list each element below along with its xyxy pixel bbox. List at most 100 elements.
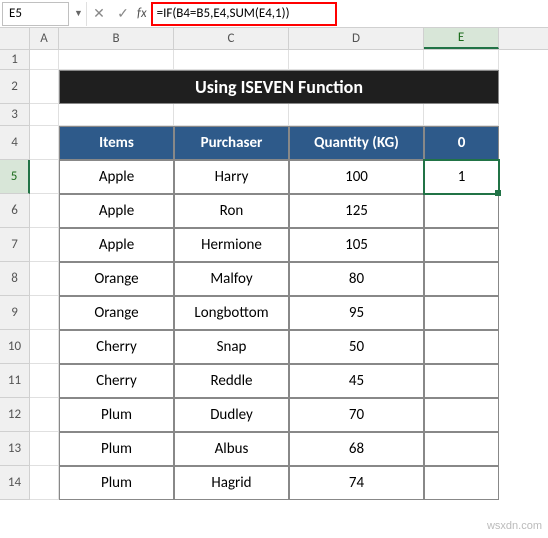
cell-B14[interactable]: Plum — [59, 466, 174, 500]
cell-C1[interactable] — [174, 50, 289, 70]
cell-E3[interactable] — [424, 104, 499, 126]
row-header-8[interactable]: 8 — [0, 262, 30, 296]
cell-E5[interactable]: 1 — [424, 160, 499, 194]
cell-A3[interactable] — [30, 104, 59, 126]
cell-D1[interactable] — [289, 50, 424, 70]
cell-D9[interactable]: 95 — [289, 296, 424, 330]
cell-C9[interactable]: Longbottom — [174, 296, 289, 330]
row-header-2[interactable]: 2 — [0, 70, 30, 104]
row-header-14[interactable]: 14 — [0, 466, 30, 500]
header-purchaser[interactable]: Purchaser — [174, 126, 289, 160]
row-header-4[interactable]: 4 — [0, 126, 30, 160]
watermark: wsxdn.com — [487, 520, 542, 532]
col-header-B[interactable]: B — [59, 28, 174, 49]
cell-E11[interactable] — [424, 364, 499, 398]
cell-A13[interactable] — [30, 432, 59, 466]
cell-D7[interactable]: 105 — [289, 228, 424, 262]
cells-area[interactable]: Using ISEVEN Function Items Purchaser Qu… — [30, 50, 548, 500]
row-header-7[interactable]: 7 — [0, 228, 30, 262]
cell-E9[interactable] — [424, 296, 499, 330]
cell-A2[interactable] — [30, 70, 59, 104]
cell-A7[interactable] — [30, 228, 59, 262]
name-box[interactable]: E5 — [2, 2, 69, 26]
accept-formula-button[interactable]: ✓ — [111, 2, 135, 26]
cell-C11[interactable]: Reddle — [174, 364, 289, 398]
cell-A1[interactable] — [30, 50, 59, 70]
column-headers: A B C D E — [0, 28, 548, 50]
cell-A8[interactable] — [30, 262, 59, 296]
cell-E7[interactable] — [424, 228, 499, 262]
cell-E8[interactable] — [424, 262, 499, 296]
cell-B11[interactable]: Cherry — [59, 364, 174, 398]
cell-A11[interactable] — [30, 364, 59, 398]
col-header-E[interactable]: E — [424, 28, 499, 49]
fx-icon[interactable]: fx — [135, 6, 151, 21]
title-cell[interactable]: Using ISEVEN Function — [59, 70, 499, 104]
cell-E12[interactable] — [424, 398, 499, 432]
col-header-C[interactable]: C — [174, 28, 289, 49]
cell-A6[interactable] — [30, 194, 59, 228]
cell-D6[interactable]: 125 — [289, 194, 424, 228]
row-header-1[interactable]: 1 — [0, 50, 30, 70]
cell-E14[interactable] — [424, 466, 499, 500]
cell-B13[interactable]: Plum — [59, 432, 174, 466]
row-header-10[interactable]: 10 — [0, 330, 30, 364]
row-header-5[interactable]: 5 — [0, 160, 30, 194]
row-header-6[interactable]: 6 — [0, 194, 30, 228]
cell-D13[interactable]: 68 — [289, 432, 424, 466]
cell-B1[interactable] — [59, 50, 174, 70]
cell-D8[interactable]: 80 — [289, 262, 424, 296]
cell-D5[interactable]: 100 — [289, 160, 424, 194]
cell-C10[interactable]: Snap — [174, 330, 289, 364]
col-header-D[interactable]: D — [289, 28, 424, 49]
cell-E6[interactable] — [424, 194, 499, 228]
cell-C13[interactable]: Albus — [174, 432, 289, 466]
cell-A5[interactable] — [30, 160, 59, 194]
row-header-9[interactable]: 9 — [0, 296, 30, 330]
cell-E13[interactable] — [424, 432, 499, 466]
formula-input[interactable]: =IF(B4=B5,E4,SUM(E4,1)) — [157, 6, 290, 21]
cell-B10[interactable]: Cherry — [59, 330, 174, 364]
cell-D12[interactable]: 70 — [289, 398, 424, 432]
row-header-13[interactable]: 13 — [0, 432, 30, 466]
header-quantity[interactable]: Quantity (KG) — [289, 126, 424, 160]
cell-A4[interactable] — [30, 126, 59, 160]
cell-C7[interactable]: Hermione — [174, 228, 289, 262]
cell-E1[interactable] — [424, 50, 499, 70]
cell-reference: E5 — [9, 6, 22, 21]
select-all-corner[interactable] — [0, 28, 30, 49]
cell-D11[interactable]: 45 — [289, 364, 424, 398]
cell-C3[interactable] — [174, 104, 289, 126]
cell-B5[interactable]: Apple — [59, 160, 174, 194]
row-header-11[interactable]: 11 — [0, 364, 30, 398]
formula-bar: E5 ▼ ✕ ✓ fx =IF(B4=B5,E4,SUM(E4,1)) — [0, 0, 548, 28]
cell-A10[interactable] — [30, 330, 59, 364]
fill-handle[interactable] — [495, 190, 501, 196]
cell-B6[interactable]: Apple — [59, 194, 174, 228]
cell-C8[interactable]: Malfoy — [174, 262, 289, 296]
cell-B8[interactable]: Orange — [59, 262, 174, 296]
cell-D14[interactable]: 74 — [289, 466, 424, 500]
cancel-formula-button[interactable]: ✕ — [87, 2, 111, 26]
row-header-3[interactable]: 3 — [0, 104, 30, 126]
cell-C14[interactable]: Hagrid — [174, 466, 289, 500]
cell-B7[interactable]: Apple — [59, 228, 174, 262]
cell-C6[interactable]: Ron — [174, 194, 289, 228]
cell-D3[interactable] — [289, 104, 424, 126]
cell-B3[interactable] — [59, 104, 174, 126]
header-items[interactable]: Items — [59, 126, 174, 160]
cell-D10[interactable]: 50 — [289, 330, 424, 364]
cell-C12[interactable]: Dudley — [174, 398, 289, 432]
cell-A12[interactable] — [30, 398, 59, 432]
cell-A9[interactable] — [30, 296, 59, 330]
cell-A14[interactable] — [30, 466, 59, 500]
cell-B12[interactable]: Plum — [59, 398, 174, 432]
header-ecol[interactable]: 0 — [424, 126, 499, 160]
cell-C5[interactable]: Harry — [174, 160, 289, 194]
name-box-dropdown[interactable]: ▼ — [71, 2, 87, 26]
cell-E10[interactable] — [424, 330, 499, 364]
cell-B9[interactable]: Orange — [59, 296, 174, 330]
row-header-12[interactable]: 12 — [0, 398, 30, 432]
col-header-A[interactable]: A — [30, 28, 59, 49]
x-icon: ✕ — [93, 5, 105, 22]
